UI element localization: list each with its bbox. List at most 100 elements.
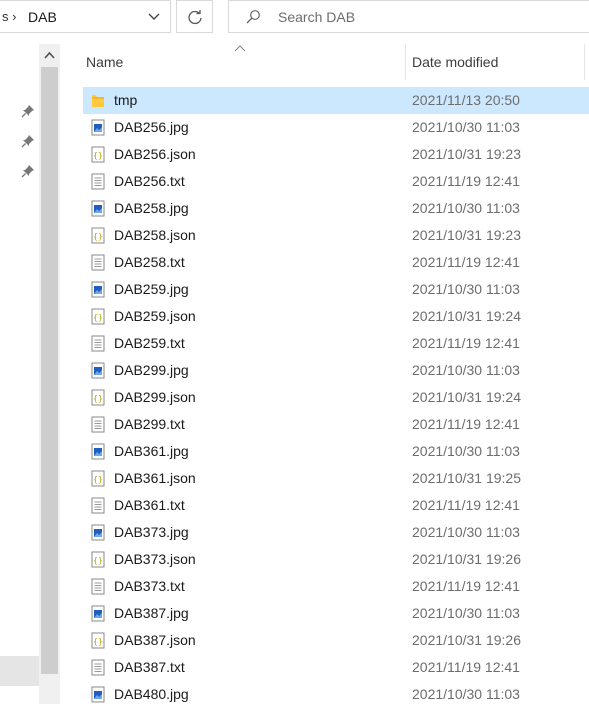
scrollbar-thumb[interactable] — [41, 67, 58, 674]
chevron-down-icon[interactable] — [146, 8, 162, 24]
file-name[interactable]: DAB259.json — [114, 308, 196, 324]
nav-selected-item[interactable] — [0, 656, 39, 686]
json-file-icon: {} — [91, 146, 105, 163]
file-row[interactable]: tmp 2021/11/13 20:50 — [83, 87, 589, 114]
file-list: Name Date modified tmp 2021/11/13 20:50 DA… — [60, 44, 589, 704]
text-file-icon — [91, 659, 105, 676]
svg-text:{}: {} — [93, 637, 103, 646]
file-row[interactable]: DAB373.jpg 2021/10/30 11:03 — [83, 519, 589, 546]
search-box[interactable]: Search DAB — [228, 0, 589, 33]
column-divider[interactable] — [405, 44, 406, 80]
file-name[interactable]: DAB259.jpg — [114, 281, 189, 297]
file-name[interactable]: DAB373.json — [114, 551, 196, 567]
file-name[interactable]: DAB480.jpg — [114, 686, 189, 702]
file-date-modified: 2021/11/13 20:50 — [412, 92, 520, 108]
file-row[interactable]: DAB258.jpg 2021/10/30 11:03 — [83, 195, 589, 222]
file-name[interactable]: DAB361.json — [114, 470, 196, 486]
image-file-icon — [91, 524, 105, 541]
file-name[interactable]: DAB258.json — [114, 227, 196, 243]
file-row[interactable]: {} DAB387.json 2021/10/31 19:26 — [83, 627, 589, 654]
file-row[interactable]: {} DAB373.json 2021/10/31 19:26 — [83, 546, 589, 573]
file-row[interactable]: DAB361.jpg 2021/10/30 11:03 — [83, 438, 589, 465]
file-row[interactable]: DAB299.txt 2021/11/19 12:41 — [83, 411, 589, 438]
file-row[interactable]: DAB361.txt 2021/11/19 12:41 — [83, 492, 589, 519]
text-file-icon — [91, 335, 105, 352]
column-header-date-modified[interactable]: Date modified — [412, 54, 498, 70]
file-row[interactable]: DAB387.jpg 2021/10/30 11:03 — [83, 600, 589, 627]
file-name[interactable]: DAB258.jpg — [114, 200, 189, 216]
file-name[interactable]: DAB361.txt — [114, 497, 185, 513]
file-date-modified: 2021/11/19 12:41 — [412, 497, 520, 513]
file-date-modified: 2021/10/30 11:03 — [412, 362, 520, 378]
file-name[interactable]: DAB299.jpg — [114, 362, 189, 378]
file-row[interactable]: {} DAB299.json 2021/10/31 19:24 — [83, 384, 589, 411]
file-row[interactable]: DAB256.txt 2021/11/19 12:41 — [83, 168, 589, 195]
file-date-modified: 2021/10/31 19:24 — [412, 308, 521, 324]
column-header-name[interactable]: Name — [86, 54, 123, 70]
sort-ascending-icon — [234, 45, 246, 52]
file-name[interactable]: DAB256.txt — [114, 173, 185, 189]
toolbar: s › DAB Search DAB — [0, 0, 589, 36]
image-file-icon — [91, 281, 105, 298]
file-row[interactable]: {} DAB256.json 2021/10/31 19:23 — [83, 141, 589, 168]
column-divider[interactable] — [584, 44, 585, 80]
text-file-icon — [91, 254, 105, 271]
text-file-icon — [91, 578, 105, 595]
scroll-up-arrow-icon[interactable] — [43, 50, 56, 60]
json-file-icon: {} — [91, 470, 105, 487]
refresh-button[interactable] — [176, 0, 213, 33]
file-row[interactable]: DAB256.jpg 2021/10/30 11:03 — [83, 114, 589, 141]
search-placeholder[interactable]: Search DAB — [278, 9, 355, 25]
file-row[interactable]: DAB299.jpg 2021/10/30 11:03 — [83, 357, 589, 384]
json-file-icon: {} — [91, 632, 105, 649]
file-row[interactable]: DAB258.txt 2021/11/19 12:41 — [83, 249, 589, 276]
file-row[interactable]: DAB373.txt 2021/11/19 12:41 — [83, 573, 589, 600]
file-name[interactable]: DAB299.json — [114, 389, 196, 405]
json-file-icon: {} — [91, 308, 105, 325]
file-row[interactable]: DAB259.txt 2021/11/19 12:41 — [83, 330, 589, 357]
breadcrumb-current-folder[interactable]: DAB — [28, 9, 57, 25]
file-date-modified: 2021/10/30 11:03 — [412, 443, 520, 459]
file-date-modified: 2021/10/30 11:03 — [412, 281, 520, 297]
pin-icon[interactable] — [21, 104, 35, 118]
pin-icon[interactable] — [21, 164, 35, 178]
file-date-modified: 2021/10/31 19:24 — [412, 389, 521, 405]
file-name[interactable]: DAB387.json — [114, 632, 196, 648]
file-date-modified: 2021/10/30 11:03 — [412, 119, 520, 135]
file-date-modified: 2021/10/31 19:23 — [412, 146, 521, 162]
file-name[interactable]: DAB387.jpg — [114, 605, 189, 621]
navigation-scrollbar[interactable] — [39, 44, 60, 704]
file-name[interactable]: DAB299.txt — [114, 416, 185, 432]
file-name[interactable]: DAB373.txt — [114, 578, 185, 594]
json-file-icon: {} — [91, 389, 105, 406]
svg-text:{}: {} — [93, 394, 103, 403]
file-name[interactable]: DAB258.txt — [114, 254, 185, 270]
address-bar[interactable]: s › DAB — [0, 0, 171, 33]
svg-text:{}: {} — [93, 232, 103, 241]
file-name[interactable]: tmp — [114, 92, 137, 108]
file-date-modified: 2021/10/31 19:23 — [412, 227, 521, 243]
file-date-modified: 2021/11/19 12:41 — [412, 578, 520, 594]
file-name[interactable]: DAB373.jpg — [114, 524, 189, 540]
text-file-icon — [91, 173, 105, 190]
folder-icon — [91, 92, 105, 109]
svg-text:{}: {} — [93, 556, 103, 565]
file-row[interactable]: {} DAB361.json 2021/10/31 19:25 — [83, 465, 589, 492]
file-row[interactable]: DAB387.txt 2021/11/19 12:41 — [83, 654, 589, 681]
file-date-modified: 2021/10/31 19:25 — [412, 470, 521, 486]
file-date-modified: 2021/10/30 11:03 — [412, 605, 520, 621]
file-date-modified: 2021/11/19 12:41 — [412, 416, 520, 432]
file-row[interactable]: DAB259.jpg 2021/10/30 11:03 — [83, 276, 589, 303]
file-name[interactable]: DAB259.txt — [114, 335, 185, 351]
image-file-icon — [91, 686, 105, 703]
file-name[interactable]: DAB256.jpg — [114, 119, 189, 135]
pin-icon[interactable] — [21, 134, 35, 148]
file-name[interactable]: DAB256.json — [114, 146, 196, 162]
image-file-icon — [91, 443, 105, 460]
file-name[interactable]: DAB361.jpg — [114, 443, 189, 459]
svg-text:{}: {} — [93, 151, 103, 160]
file-name[interactable]: DAB387.txt — [114, 659, 185, 675]
file-row[interactable]: {} DAB259.json 2021/10/31 19:24 — [83, 303, 589, 330]
file-row[interactable]: {} DAB258.json 2021/10/31 19:23 — [83, 222, 589, 249]
svg-text:{}: {} — [93, 313, 103, 322]
